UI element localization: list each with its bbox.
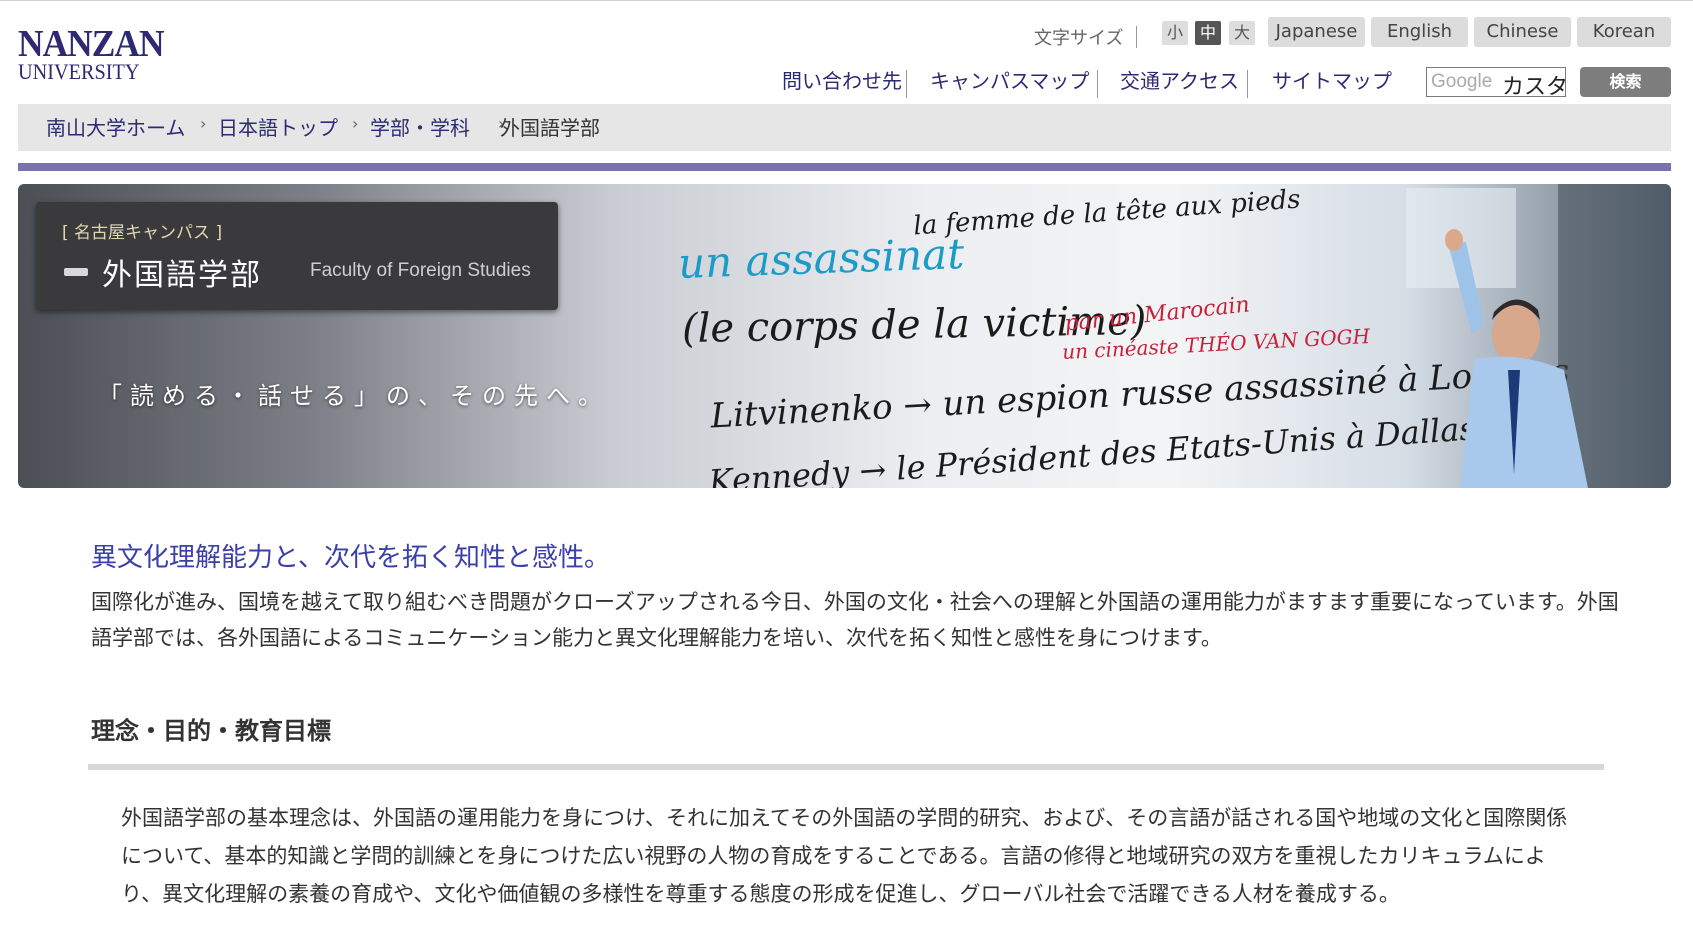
lang-english-button[interactable]: English	[1371, 17, 1468, 47]
faculty-title: 外国語学部	[102, 258, 262, 293]
font-size-label: 文字サイズ	[1034, 28, 1124, 49]
faculty-title-panel: [ 名古屋キャンパス ] 外国語学部 Faculty of Foreign St…	[36, 202, 558, 310]
teacher-photo	[1406, 184, 1671, 488]
lang-korean-button[interactable]: Korean	[1577, 17, 1671, 47]
lead-paragraph: 国際化が進み、国境を越えて取り組むべき問題がクローズアップされる今日、外国の文化…	[91, 590, 1619, 650]
logo-subtext: UNIVERSITY	[18, 59, 140, 84]
breadcrumb: 南山大学ホーム › 日本語トップ › 学部・学科 › 外国語学部	[18, 104, 1671, 151]
divider	[1247, 70, 1248, 98]
hero-banner: la femme de la tête aux pieds un assassi…	[18, 184, 1671, 488]
university-logo[interactable]: NANZAN UNIVERSITY	[18, 23, 175, 84]
faculty-subtitle: Faculty of Foreign Studies	[310, 260, 531, 281]
section-divider	[88, 764, 1604, 770]
font-size-medium-button[interactable]: 中	[1195, 21, 1221, 45]
divider	[1097, 70, 1098, 98]
search-button[interactable]: 検索	[1580, 67, 1671, 97]
google-brand-label: Google	[1431, 71, 1493, 92]
breadcrumb-current: 外国語学部	[500, 116, 600, 140]
divider	[906, 70, 907, 98]
chevron-right-icon: ›	[352, 114, 359, 133]
hero-tagline: 「読める・話せる」の、その先へ。	[98, 382, 610, 410]
dash-icon	[64, 268, 88, 276]
top-border	[0, 0, 1693, 1]
board-text: un assassinat	[677, 229, 965, 288]
font-size-small-button[interactable]: 小	[1162, 21, 1188, 45]
section-paragraph: 外国語学部の基本理念は、外国語の運用能力を身につけ、それに加えてその外国語の学問…	[121, 806, 1568, 906]
section-heading: 理念・目的・教育目標	[91, 717, 331, 745]
search-input-value: カスタ	[1502, 75, 1566, 97]
font-size-large-button[interactable]: 大	[1229, 21, 1255, 45]
breadcrumb-faculties[interactable]: 学部・学科	[370, 116, 470, 140]
campus-label: [ 名古屋キャンパス ]	[62, 223, 223, 243]
logo-wordmark: NANZAN	[18, 23, 165, 65]
board-text: la femme de la tête aux pieds	[912, 184, 1302, 242]
accent-bar	[18, 163, 1671, 171]
breadcrumb-japanese-top[interactable]: 日本語トップ	[218, 116, 338, 140]
lead-heading: 異文化理解能力と、次代を拓く知性と感性。	[91, 543, 610, 573]
nav-sitemap[interactable]: サイトマップ	[1272, 66, 1392, 96]
search-input[interactable]: Google カスタ	[1426, 67, 1566, 97]
chevron-right-icon: ›	[200, 114, 207, 133]
nav-campus-map[interactable]: キャンパスマップ	[930, 66, 1089, 96]
lang-japanese-button[interactable]: Japanese	[1268, 17, 1365, 47]
nav-access[interactable]: 交通アクセス	[1120, 66, 1239, 96]
divider	[1136, 26, 1137, 48]
breadcrumb-home[interactable]: 南山大学ホーム	[46, 116, 185, 140]
lang-chinese-button[interactable]: Chinese	[1474, 17, 1571, 47]
nav-contact[interactable]: 問い合わせ先	[782, 66, 902, 96]
